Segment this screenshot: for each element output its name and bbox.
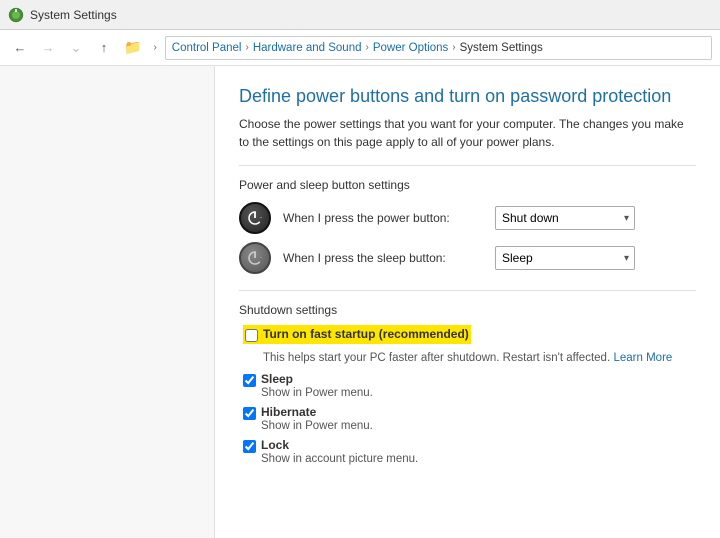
- lock-option-content: Lock Show in account picture menu.: [261, 438, 418, 465]
- sleep-option-row: Sleep Show in Power menu.: [243, 372, 696, 399]
- address-bar: ← → ⌄ ↑ 📁 › Control Panel › Hardware and…: [0, 30, 720, 66]
- page-title: Define power buttons and turn on passwor…: [239, 86, 696, 107]
- fast-startup-label: Turn on fast startup (recommended): [263, 327, 469, 341]
- power-section-label: Power and sleep button settings: [239, 178, 696, 192]
- lock-option-label: Lock: [261, 438, 418, 452]
- back-button[interactable]: ←: [8, 36, 32, 60]
- sleep-button-label: When I press the sleep button:: [283, 251, 483, 265]
- sleep-button-dropdown[interactable]: Sleep Hibernate Shut down Do nothing Tur…: [495, 246, 635, 270]
- power-button-label: When I press the power button:: [283, 211, 483, 225]
- page-description: Choose the power settings that you want …: [239, 115, 696, 151]
- breadcrumb-sep-3: ›: [452, 42, 455, 53]
- content-area: Define power buttons and turn on passwor…: [215, 66, 720, 538]
- hibernate-option-row: Hibernate Show in Power menu.: [243, 405, 696, 432]
- button-settings: When I press the power button: Shut down…: [239, 202, 696, 274]
- folder-icon: 📁: [124, 39, 141, 56]
- sleep-button-dropdown-wrapper: Sleep Hibernate Shut down Do nothing Tur…: [495, 246, 635, 270]
- breadcrumb-hardware-sound[interactable]: Hardware and Sound: [253, 42, 362, 54]
- down-arrow-button[interactable]: ⌄: [64, 36, 88, 60]
- hibernate-option-label: Hibernate: [261, 405, 373, 419]
- title-bar-title: System Settings: [30, 8, 117, 22]
- forward-button[interactable]: →: [36, 36, 60, 60]
- breadcrumb-sep-1: ›: [245, 42, 248, 53]
- sleep-option-checkbox[interactable]: [243, 374, 256, 387]
- breadcrumb: Control Panel › Hardware and Sound › Pow…: [165, 36, 712, 60]
- hibernate-option-content: Hibernate Show in Power menu.: [261, 405, 373, 432]
- power-button-icon: [239, 202, 271, 234]
- breadcrumb-sep-0: ›: [153, 42, 156, 53]
- lock-option-sublabel: Show in account picture menu.: [261, 453, 418, 465]
- shutdown-section-label: Shutdown settings: [239, 303, 696, 317]
- lock-option-row: Lock Show in account picture menu.: [243, 438, 696, 465]
- power-button-dropdown-wrapper: Shut down Sleep Hibernate Do nothing Tur…: [495, 206, 635, 230]
- fast-startup-row: Turn on fast startup (recommended): [243, 325, 696, 344]
- breadcrumb-current: System Settings: [460, 42, 543, 54]
- fast-startup-sublabel: This helps start your PC faster after sh…: [263, 352, 610, 364]
- title-bar: System Settings: [0, 0, 720, 30]
- fast-startup-checkbox[interactable]: [245, 329, 258, 342]
- lock-option-checkbox[interactable]: [243, 440, 256, 453]
- power-button-dropdown[interactable]: Shut down Sleep Hibernate Do nothing Tur…: [495, 206, 635, 230]
- sidebar: [0, 66, 215, 538]
- main-layout: Define power buttons and turn on passwor…: [0, 66, 720, 538]
- power-button-row: When I press the power button: Shut down…: [239, 202, 696, 234]
- sleep-icon-svg: [247, 250, 263, 266]
- hibernate-option-checkbox[interactable]: [243, 407, 256, 420]
- title-bar-icon: [8, 7, 24, 23]
- shutdown-section: Shutdown settings Turn on fast startup (…: [239, 303, 696, 465]
- breadcrumb-control-panel[interactable]: Control Panel: [172, 42, 242, 54]
- fast-startup-content: Turn on fast startup (recommended): [263, 327, 469, 341]
- sleep-option-label: Sleep: [261, 372, 373, 386]
- up-button[interactable]: ↑: [92, 36, 116, 60]
- power-icon-svg: [247, 210, 263, 226]
- breadcrumb-sep-2: ›: [366, 42, 369, 53]
- divider-power: [239, 165, 696, 166]
- fast-startup-highlight: Turn on fast startup (recommended): [243, 325, 471, 344]
- sleep-button-icon: [239, 242, 271, 274]
- sleep-button-row: When I press the sleep button: Sleep Hib…: [239, 242, 696, 274]
- hibernate-option-sublabel: Show in Power menu.: [261, 420, 373, 432]
- fast-startup-sub: This helps start your PC faster after sh…: [263, 350, 696, 364]
- learn-more-link[interactable]: Learn More: [613, 352, 672, 364]
- sleep-option-sublabel: Show in Power menu.: [261, 387, 373, 399]
- breadcrumb-power-options[interactable]: Power Options: [373, 42, 448, 54]
- sleep-option-content: Sleep Show in Power menu.: [261, 372, 373, 399]
- divider-shutdown: [239, 290, 696, 291]
